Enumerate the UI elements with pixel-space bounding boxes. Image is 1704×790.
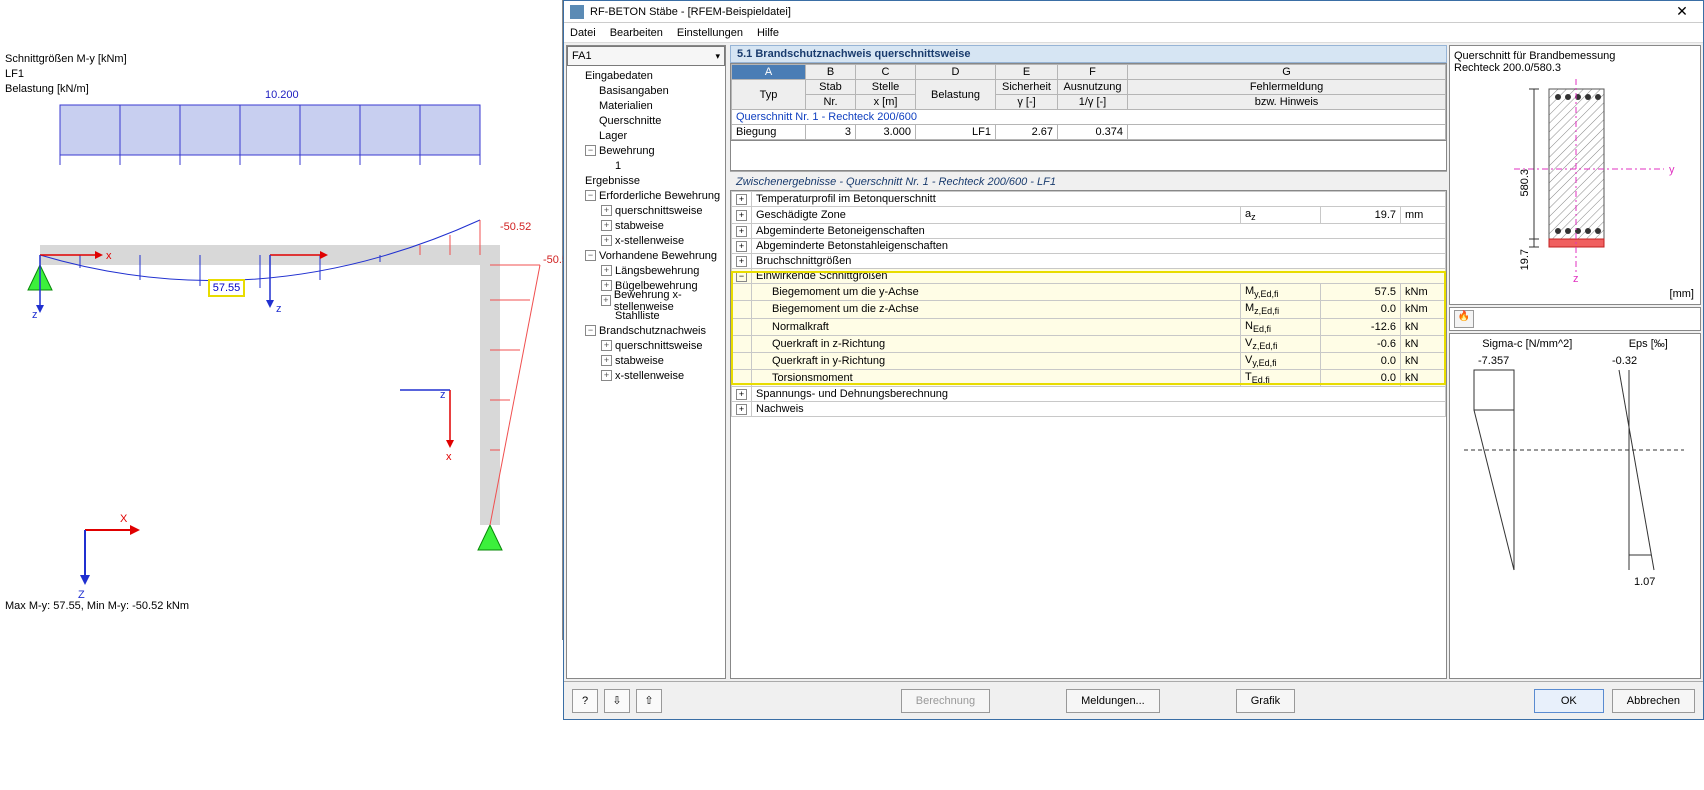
svg-text:-0.32: -0.32 — [1612, 355, 1637, 367]
tree-item[interactable]: Querschnitte — [567, 113, 725, 128]
tree-item[interactable]: −Bewehrung — [567, 143, 725, 158]
tree-input[interactable]: Eingabedaten — [567, 68, 725, 83]
menu-settings[interactable]: Einstellungen — [677, 27, 743, 39]
tree-item[interactable]: Basisangaben — [567, 83, 725, 98]
svg-text:-7.357: -7.357 — [1478, 355, 1509, 367]
cross-section-svg: y z 580.3 19.7 — [1454, 74, 1694, 284]
svg-text:y: y — [1669, 164, 1675, 176]
tree-item[interactable]: +Längsbewehrung — [567, 263, 725, 278]
ok-button[interactable]: OK — [1534, 689, 1604, 713]
tree-item[interactable]: Lager — [567, 128, 725, 143]
messages-button[interactable]: Meldungen... — [1066, 689, 1160, 713]
tree-results[interactable]: Ergebnisse — [567, 173, 725, 188]
graphics-button[interactable]: Grafik — [1236, 689, 1295, 713]
section-title: 5.1 Brandschutznachweis querschnittsweis… — [730, 45, 1447, 63]
stress-strain-panel: Sigma-c [N/mm^2]Eps [‰] -7.357 -0.32 — [1449, 333, 1701, 679]
tree-item[interactable]: +stabweise — [567, 353, 725, 368]
tree-item[interactable]: −Vorhandene Bewehrung — [567, 248, 725, 263]
tree-item[interactable]: +Bewehrung x-stellenweise — [567, 293, 725, 308]
intermediate-title: Zwischenergebnisse - Querschnitt Nr. 1 -… — [730, 171, 1447, 190]
menu-help[interactable]: Hilfe — [757, 27, 779, 39]
svg-text:z: z — [1573, 273, 1579, 284]
svg-text:z: z — [440, 389, 446, 401]
highlighted-moment-value: 57.55 — [208, 279, 245, 297]
menubar: Datei Bearbeiten Einstellungen Hilfe — [564, 23, 1703, 43]
cancel-button[interactable]: Abbrechen — [1612, 689, 1695, 713]
svg-text:19.7: 19.7 — [1519, 249, 1531, 270]
bottom-bar: ? ⇩ ⇧ Berechnung Meldungen... Grafik OK … — [564, 681, 1703, 719]
tree-item[interactable]: +querschnittsweise — [567, 338, 725, 353]
app-icon — [570, 5, 584, 19]
svg-text:1.07: 1.07 — [1634, 576, 1655, 588]
import-icon[interactable]: ⇧ — [636, 689, 662, 713]
svg-text:x: x — [446, 451, 452, 463]
cross-section-panel: Querschnitt für Brandbemessung Rechteck … — [1449, 45, 1701, 305]
results-table[interactable]: A B C D E F G Typ StabStelle Belastung — [730, 63, 1447, 141]
nav-tree[interactable]: Eingabedaten Basisangaben Materialien Qu… — [567, 66, 725, 678]
calculate-button[interactable]: Berechnung — [901, 689, 990, 713]
close-icon[interactable]: ✕ — [1667, 3, 1697, 20]
chevron-down-icon: ▾ — [715, 51, 720, 62]
tree-item[interactable]: +querschnittsweise — [567, 203, 725, 218]
viewport-footer: Max M-y: 57.55, Min M-y: -50.52 kNm — [5, 600, 189, 612]
titlebar[interactable]: RF-BETON Stäbe - [RFEM-Beispieldatei] ✕ — [564, 1, 1703, 23]
menu-edit[interactable]: Bearbeiten — [610, 27, 663, 39]
svg-text:-50.52: -50.52 — [543, 254, 563, 266]
tree-item[interactable]: −Brandschutznachweis — [567, 323, 725, 338]
tree-item[interactable]: 1 — [567, 158, 725, 173]
stress-strain-svg: -7.357 -0.32 1.07 — [1454, 350, 1694, 600]
case-combo[interactable]: FA1▾ — [567, 46, 725, 66]
load-value-label: 10.200 — [265, 89, 299, 101]
svg-text:X: X — [120, 513, 128, 525]
tree-item[interactable]: −Erforderliche Bewehrung — [567, 188, 725, 203]
module-dialog: RF-BETON Stäbe - [RFEM-Beispieldatei] ✕ … — [563, 0, 1704, 720]
detail-table[interactable]: +Temperaturprofil im Betonquerschnitt +G… — [730, 190, 1447, 679]
svg-text:-50.52: -50.52 — [500, 221, 531, 233]
fire-icon[interactable]: 🔥 — [1454, 310, 1474, 328]
export-icon[interactable]: ⇩ — [604, 689, 630, 713]
window-title: RF-BETON Stäbe - [RFEM-Beispieldatei] — [590, 6, 1667, 18]
menu-file[interactable]: Datei — [570, 27, 596, 39]
svg-text:580.3: 580.3 — [1519, 169, 1531, 197]
svg-text:z: z — [32, 309, 38, 321]
table-row[interactable]: Biegung 3 3.000 LF1 2.67 0.374 — [732, 125, 1446, 140]
svg-text:x: x — [106, 250, 112, 262]
svg-text:z: z — [276, 303, 282, 315]
tree-item[interactable]: +stabweise — [567, 218, 725, 233]
navigator-panel: FA1▾ Eingabedaten Basisangaben Materiali… — [566, 45, 726, 679]
help-icon[interactable]: ? — [572, 689, 598, 713]
structural-viewport[interactable]: Schnittgrößen M-y [kNm] LF1 Belastung [k… — [0, 0, 563, 640]
tree-item[interactable]: Materialien — [567, 98, 725, 113]
view-toolbar: 🔥 — [1449, 307, 1701, 331]
tree-item[interactable]: +x-stellenweise — [567, 233, 725, 248]
viewport-svg: 10.200 -50.52 -50.52 x — [0, 0, 563, 640]
tree-item[interactable]: +x-stellenweise — [567, 368, 725, 383]
